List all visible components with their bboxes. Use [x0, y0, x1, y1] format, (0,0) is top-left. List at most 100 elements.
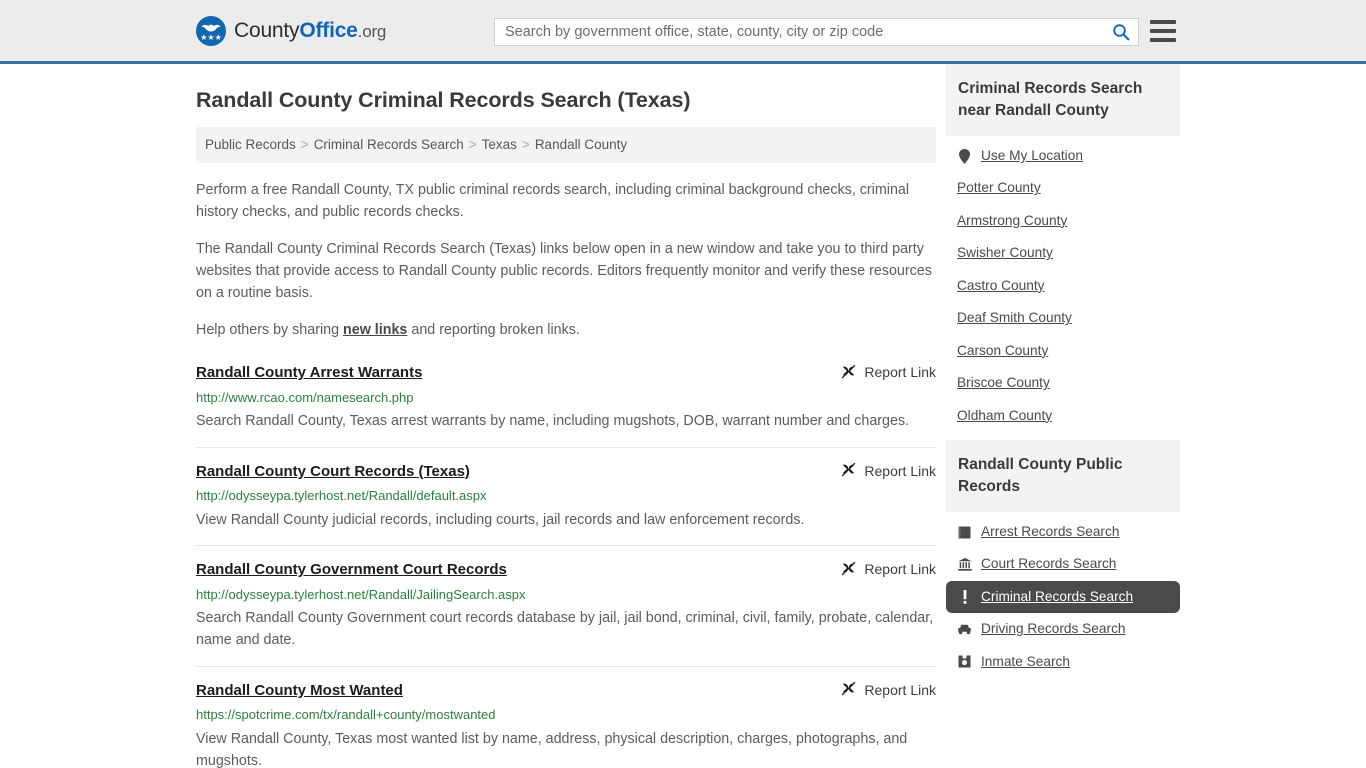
- sidebar-item-use-my-location[interactable]: Use My Location: [946, 140, 1180, 172]
- result-title-link[interactable]: Randall County Government Court Records: [196, 560, 507, 580]
- result-url: http://odysseypa.tylerhost.net/Randall/d…: [196, 488, 487, 504]
- sidebar-item-label: Inmate Search: [981, 653, 1071, 669]
- map-pin-icon: [957, 148, 972, 164]
- result-url: https://spotcrime.com/tx/randall+county/…: [196, 707, 496, 723]
- sidebar-item-inmate-search[interactable]: Inmate Search: [946, 646, 1180, 678]
- logo-text-county: County: [234, 18, 300, 42]
- exclamation-icon: [957, 590, 972, 605]
- menu-bar-3: [1150, 38, 1176, 42]
- report-link-label: Report Link: [864, 364, 936, 381]
- courthouse-icon: [957, 557, 972, 572]
- logo-text-dotorg: .org: [357, 21, 387, 41]
- sidebar-item-label: Castro County: [957, 277, 1045, 293]
- page-title: Randall County Criminal Records Search (…: [196, 88, 691, 112]
- sidebar-card-nearby: Criminal Records Search near Randall Cou…: [946, 64, 1180, 432]
- results-list: Randall County Arrest Warrants Report Li…: [196, 363, 936, 768]
- breadcrumb-item-1[interactable]: Criminal Records Search: [314, 137, 464, 152]
- broken-link-icon: [842, 682, 856, 696]
- result-header: Randall County Arrest Warrants Report Li…: [196, 363, 936, 383]
- result-description: Search Randall County Government court r…: [196, 610, 934, 649]
- hamburger-menu-icon[interactable]: [1150, 20, 1176, 42]
- search-icon: [1113, 24, 1130, 41]
- sidebar-heading-public-records: Randall County Public Records: [946, 439, 1180, 512]
- sidebar-item-court-records-search[interactable]: Court Records Search: [946, 548, 1180, 580]
- sidebar-item-briscoe-county[interactable]: Briscoe County: [946, 367, 1180, 399]
- result-item: Randall County Government Court Records …: [196, 560, 936, 667]
- breadcrumb-separator-1: >: [468, 137, 477, 152]
- broken-link-icon: [842, 561, 856, 575]
- sidebar-item-potter-county[interactable]: Potter County: [946, 172, 1180, 204]
- sidebar-item-label: Briscoe County: [957, 375, 1050, 391]
- sidebar: Criminal Records Search near Randall Cou…: [946, 64, 1180, 768]
- sidebar-item-label: Armstrong County: [957, 212, 1068, 228]
- sidebar-card-public-records: Randall County Public Records Arrest Rec…: [946, 439, 1180, 678]
- sidebar-item-deaf-smith-county[interactable]: Deaf Smith County: [946, 302, 1180, 334]
- search-bar[interactable]: [494, 18, 1139, 46]
- result-description: View Randall County, Texas most wanted l…: [196, 730, 908, 768]
- intro-text: Perform a free Randall County, TX public…: [196, 179, 936, 341]
- breadcrumb: Public Records > Criminal Records Search > T…: [196, 127, 936, 164]
- result-url: http://www.rcao.com/namesearch.php: [196, 389, 414, 405]
- sidebar-item-swisher-county[interactable]: Swisher County: [946, 237, 1180, 269]
- report-link-label: Report Link: [864, 681, 936, 698]
- site-logo[interactable]: ★★★ CountyOffice.org: [196, 15, 387, 46]
- sidebar-item-carson-county[interactable]: Carson County: [946, 335, 1180, 367]
- sidebar-item-castro-county[interactable]: Castro County: [946, 270, 1180, 302]
- result-title-link[interactable]: Randall County Arrest Warrants: [196, 363, 422, 383]
- main-content: Randall County Criminal Records Search (…: [196, 64, 936, 768]
- sidebar-item-criminal-records-search[interactable]: Criminal Records Search: [946, 580, 1180, 614]
- sidebar-list-public-records: Arrest Records Search Court Records Sear…: [946, 512, 1180, 678]
- report-link-label: Report Link: [864, 561, 936, 578]
- sidebar-item-label: Criminal Records Search: [981, 588, 1134, 604]
- report-link-button[interactable]: Report Link: [841, 682, 936, 698]
- report-link-button[interactable]: Report Link: [841, 463, 936, 479]
- sidebar-item-label: Carson County: [957, 342, 1049, 358]
- book-icon: [957, 525, 972, 540]
- search-input[interactable]: [495, 19, 1104, 45]
- sidebar-item-label: Arrest Records Search: [981, 523, 1120, 539]
- menu-bar-2: [1150, 29, 1176, 33]
- breadcrumb-item-2[interactable]: Texas: [482, 137, 517, 152]
- sidebar-item-armstrong-county[interactable]: Armstrong County: [946, 205, 1180, 237]
- breadcrumb-item-0[interactable]: Public Records: [205, 137, 296, 152]
- sidebar-item-label: Potter County: [957, 180, 1041, 196]
- result-title-link[interactable]: Randall County Most Wanted: [196, 681, 403, 701]
- sidebar-item-label: Use My Location: [981, 148, 1083, 163]
- inmate-icon: [957, 654, 972, 669]
- intro-paragraph-3: Help others by sharing new links and rep…: [196, 319, 936, 341]
- result-item: Randall County Court Records (Texas) Rep…: [196, 462, 936, 547]
- broken-link-icon: [842, 463, 856, 477]
- sidebar-item-oldham-county[interactable]: Oldham County: [946, 400, 1180, 432]
- broken-link-icon: [842, 364, 856, 379]
- page-body: Randall County Criminal Records Search (…: [0, 64, 1366, 768]
- site-header: ★★★ CountyOffice.org: [0, 0, 1366, 64]
- search-button[interactable]: [1104, 19, 1138, 45]
- sidebar-item-label: Court Records Search: [981, 556, 1117, 572]
- result-header: Randall County Government Court Records …: [196, 560, 936, 580]
- report-link-button[interactable]: Report Link: [841, 364, 936, 380]
- logo-text-office: Office: [299, 18, 358, 42]
- result-header: Randall County Most Wanted Report Link: [196, 681, 936, 701]
- sidebar-heading-nearby: Criminal Records Search near Randall Cou…: [946, 64, 1180, 136]
- result-title-link[interactable]: Randall County Court Records (Texas): [196, 462, 470, 482]
- sidebar-item-label: Deaf Smith County: [957, 310, 1072, 326]
- intro-paragraph-2: The Randall County Criminal Records Sear…: [196, 241, 932, 302]
- eagle-glyph: [201, 23, 221, 31]
- menu-bar-1: [1150, 20, 1176, 24]
- result-item: Randall County Most Wanted Report Link h…: [196, 681, 936, 768]
- breadcrumb-separator-0: >: [300, 137, 309, 152]
- result-url: http://odysseypa.tylerhost.net/Randall/J…: [196, 586, 526, 602]
- result-description: View Randall County judicial records, in…: [196, 511, 805, 528]
- intro-paragraph-1: Perform a free Randall County, TX public…: [196, 182, 910, 221]
- sidebar-item-driving-records-search[interactable]: Driving Records Search: [946, 613, 1180, 645]
- report-link-button[interactable]: Report Link: [841, 561, 936, 577]
- new-links-link[interactable]: new links: [343, 322, 407, 338]
- car-icon: [957, 622, 972, 637]
- result-item: Randall County Arrest Warrants Report Li…: [196, 363, 936, 448]
- logo-stars: ★★★: [200, 32, 222, 42]
- eagle-seal-icon: ★★★: [196, 15, 226, 46]
- breadcrumb-item-3[interactable]: Randall County: [535, 137, 627, 152]
- breadcrumb-separator-2: >: [521, 137, 530, 152]
- sidebar-item-arrest-records-search[interactable]: Arrest Records Search: [946, 516, 1180, 548]
- result-description: Search Randall County, Texas arrest warr…: [196, 413, 910, 430]
